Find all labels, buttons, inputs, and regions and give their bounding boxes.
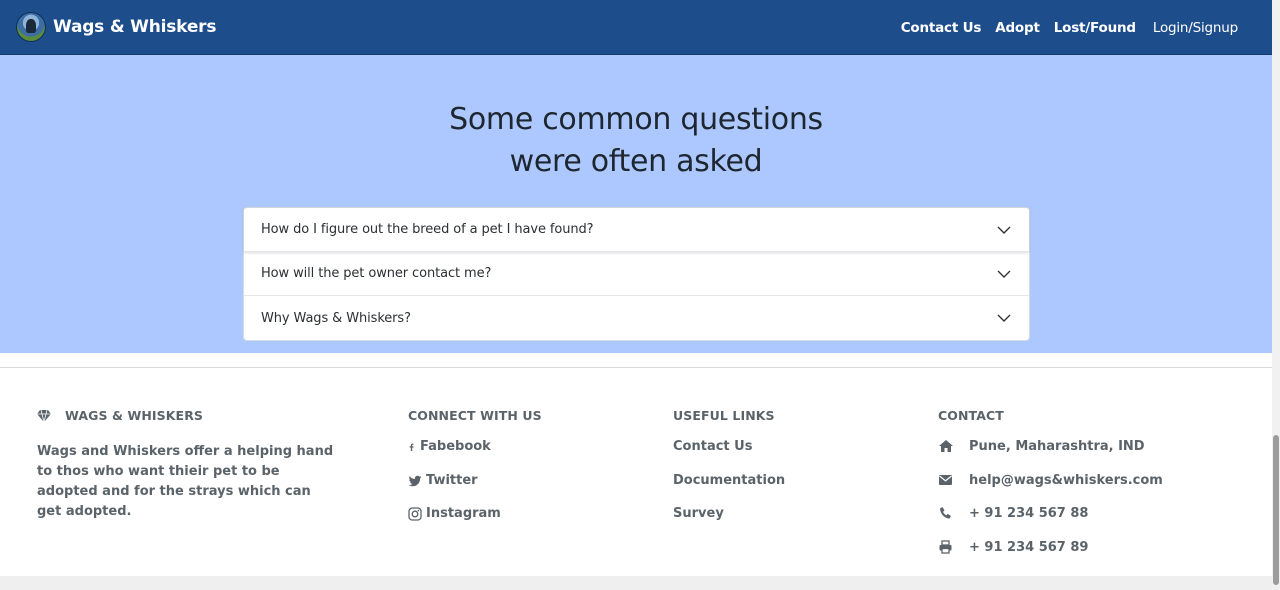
social-link-label[interactable]: Twitter xyxy=(426,473,478,488)
useful-item-survey[interactable]: Survey xyxy=(673,506,785,540)
contact-item-email[interactable]: help@wags&whiskers.com xyxy=(938,473,1163,507)
scrollbar-thumb[interactable] xyxy=(1273,435,1279,585)
phone-icon xyxy=(940,507,951,519)
home-icon xyxy=(939,440,953,452)
contact-item-phone[interactable]: + 91 234 567 88 xyxy=(938,506,1163,540)
useful-link-label[interactable]: Documentation xyxy=(673,473,785,488)
faq-item-why[interactable]: Why Wags & Whiskers? xyxy=(244,296,1029,340)
nav-adopt[interactable]: Adopt xyxy=(995,20,1040,36)
social-link-label[interactable]: Instagram xyxy=(426,506,501,521)
contact-text: + 91 234 567 89 xyxy=(969,539,1089,555)
faq-title-line1: Some common questions xyxy=(449,102,823,137)
chevron-down-icon xyxy=(997,226,1011,234)
useful-link-label[interactable]: Contact Us xyxy=(673,439,752,454)
footer-connect-column: CONNECT WITH US Fabebook Twitter Instagr… xyxy=(408,408,542,540)
social-item-facebook[interactable]: Fabebook xyxy=(408,439,542,473)
useful-item-contact-us[interactable]: Contact Us xyxy=(673,439,785,473)
chevron-down-icon xyxy=(997,314,1011,322)
twitter-icon xyxy=(408,475,422,486)
faq-accordion: How do I figure out the breed of a pet I… xyxy=(243,207,1030,341)
footer-useful-column: USEFUL LINKS Contact Us Documentation Su… xyxy=(673,408,785,540)
faq-title: Some common questions were often asked xyxy=(0,99,1272,183)
social-item-instagram[interactable]: Instagram xyxy=(408,506,542,540)
faq-item-owner-contact[interactable]: How will the pet owner contact me? xyxy=(244,252,1029,296)
brand-logo xyxy=(16,12,46,42)
social-link-label[interactable]: Fabebook xyxy=(420,439,491,454)
contact-item-fax: + 91 234 567 89 xyxy=(938,540,1163,574)
gem-icon xyxy=(37,409,51,422)
contact-list: Pune, Maharashtra, IND help@wags&whisker… xyxy=(938,439,1163,573)
footer-contact-column: CONTACT Pune, Maharashtra, IND help@wags… xyxy=(938,408,1163,573)
footer: WAGS & WHISKERS Wags and Whiskers offer … xyxy=(0,368,1272,576)
footer-useful-heading: USEFUL LINKS xyxy=(673,408,775,423)
footer-bottom-bar xyxy=(0,576,1272,590)
page-scrollbar[interactable] xyxy=(1272,0,1280,590)
social-links: Fabebook Twitter Instagram xyxy=(408,439,542,540)
envelope-icon xyxy=(939,474,952,485)
footer-about-column: WAGS & WHISKERS Wags and Whiskers offer … xyxy=(37,408,337,522)
contact-text: help@wags&whiskers.com xyxy=(969,472,1163,488)
facebook-icon xyxy=(409,443,414,451)
faq-question: Why Wags & Whiskers? xyxy=(261,310,411,326)
navbar: Wags & Whiskers Contact Us Adopt Lost/Fo… xyxy=(0,0,1272,55)
brand-name: Wags & Whiskers xyxy=(53,17,217,37)
chevron-down-icon xyxy=(997,270,1011,278)
faq-question: How will the pet owner contact me? xyxy=(261,266,492,281)
footer-brand-heading-text: WAGS & WHISKERS xyxy=(65,408,204,423)
faq-section: Some common questions were often asked H… xyxy=(0,55,1272,353)
faq-title-line2: were often asked xyxy=(509,144,763,179)
social-item-twitter[interactable]: Twitter xyxy=(408,473,542,507)
footer-connect-heading: CONNECT WITH US xyxy=(408,408,542,423)
useful-item-documentation[interactable]: Documentation xyxy=(673,473,785,507)
instagram-icon xyxy=(408,507,422,521)
contact-item-address: Pune, Maharashtra, IND xyxy=(938,439,1163,473)
useful-links: Contact Us Documentation Survey xyxy=(673,439,785,540)
nav-contact-us[interactable]: Contact Us xyxy=(901,20,982,36)
nav-links: Contact Us Adopt Lost/Found Login/Signup xyxy=(887,0,1239,55)
contact-text: Pune, Maharashtra, IND xyxy=(969,439,1145,454)
faq-item-breed[interactable]: How do I figure out the breed of a pet I… xyxy=(244,208,1029,252)
footer-contact-heading: CONTACT xyxy=(938,408,1004,423)
nav-login-signup[interactable]: Login/Signup xyxy=(1153,20,1238,36)
brand-link[interactable]: Wags & Whiskers xyxy=(16,12,216,42)
footer-brand-heading: WAGS & WHISKERS xyxy=(37,408,337,423)
nav-lost-found[interactable]: Lost/Found xyxy=(1054,20,1136,36)
contact-text: + 91 234 567 88 xyxy=(969,506,1089,521)
faq-question: How do I figure out the breed of a pet I… xyxy=(261,222,594,237)
printer-icon xyxy=(939,539,952,554)
useful-link-label[interactable]: Survey xyxy=(673,506,724,521)
footer-about-text: Wags and Whiskers offer a helping hand t… xyxy=(37,444,334,519)
